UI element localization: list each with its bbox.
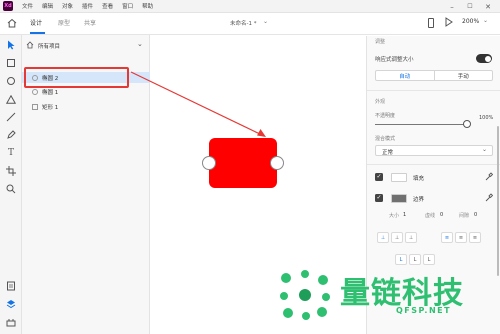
size-label: 大小	[389, 213, 400, 219]
join-round-icon[interactable]: ≡	[455, 232, 467, 243]
border-checkbox[interactable]: ✓	[375, 194, 383, 202]
join-bevel-icon[interactable]: ≡	[469, 232, 481, 243]
opacity-slider-handle[interactable]	[463, 120, 471, 128]
blend-mode-value: 正常	[382, 150, 394, 156]
opacity-label: 不透明度	[375, 113, 396, 119]
watermark-site: QFSP.NET	[396, 306, 452, 315]
responsive-resize-label: 响应式调整大小	[375, 57, 414, 63]
responsive-resize-toggle[interactable]	[476, 54, 492, 63]
chevron-down-icon: ⌄	[481, 146, 487, 153]
scrollbar[interactable]	[497, 126, 499, 276]
size-value[interactable]: 1	[403, 212, 406, 218]
fill-label: 填充	[413, 176, 425, 182]
stroke-center-icon[interactable]: ⊥	[405, 232, 417, 243]
divider	[367, 164, 500, 165]
blend-mode-select[interactable]: 正常 ⌄	[375, 145, 493, 156]
section-appearance-title: 外观	[375, 99, 386, 105]
cap-square-icon[interactable]: L	[423, 254, 435, 265]
eyedropper-icon[interactable]	[485, 193, 494, 204]
seg-auto[interactable]: 自动	[376, 71, 434, 80]
stroke-inner-icon[interactable]: ⊥	[377, 232, 389, 243]
join-miter-icon[interactable]: ≡	[441, 232, 453, 243]
cap-round-icon[interactable]: L	[409, 254, 421, 265]
divider	[367, 90, 500, 91]
opacity-value[interactable]: 100%	[479, 115, 493, 121]
watermark-logo-icon	[276, 266, 334, 326]
eyedropper-icon[interactable]	[485, 172, 494, 183]
border-color-swatch[interactable]	[391, 194, 407, 203]
gap-label: 间隙	[459, 213, 470, 219]
opacity-slider-track[interactable]	[375, 124, 467, 125]
gap-value[interactable]: 0	[474, 212, 477, 218]
border-label: 边界	[413, 197, 425, 203]
stroke-outer-icon[interactable]: ⊥	[391, 232, 403, 243]
dash-label: 虚线	[425, 213, 436, 219]
blend-mode-label: 混合模式	[375, 136, 396, 142]
section-layout-title: 调整	[375, 39, 386, 45]
cap-butt-icon[interactable]: L	[395, 254, 407, 265]
resize-mode-segmented: 自动 手动	[375, 70, 493, 81]
fill-color-swatch[interactable]	[391, 173, 407, 182]
dash-value[interactable]: 0	[440, 212, 443, 218]
fill-checkbox[interactable]: ✓	[375, 173, 383, 181]
seg-manual[interactable]: 手动	[433, 71, 493, 80]
